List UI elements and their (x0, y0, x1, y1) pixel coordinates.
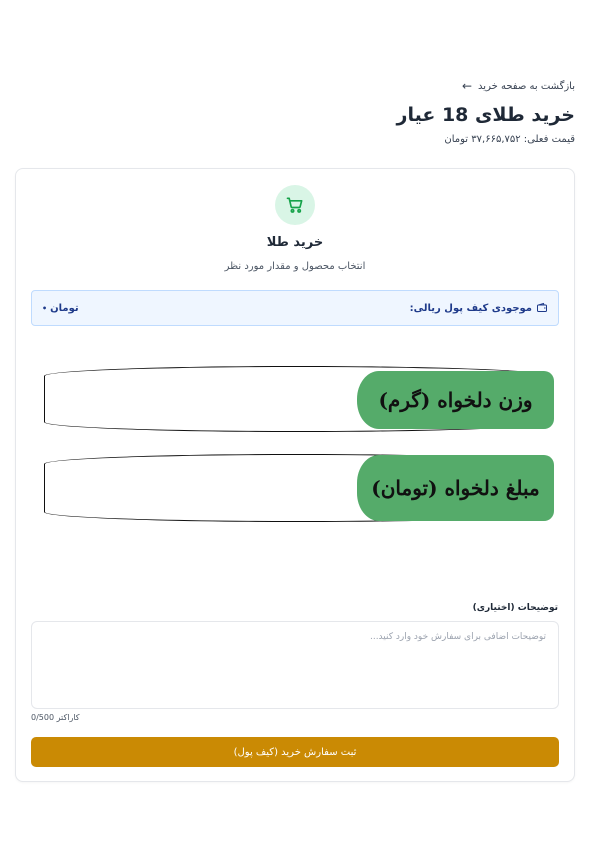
wallet-label-group: موجودی کیف پول ریالی: (410, 302, 548, 314)
notes-placeholder: توضیحات اضافی برای سفارش خود وارد کنید..… (369, 632, 546, 642)
wallet-value: تومان (50, 302, 79, 314)
back-to-shop-link[interactable]: بازگشت به صفحه خرید ← (462, 80, 575, 92)
price-value: ۳۷,۶۶۵,۷۵۲ (471, 134, 521, 145)
amount-input[interactable]: مبلغ دلخواه (تومان) (44, 454, 554, 522)
shopping-cart-icon (286, 197, 303, 213)
wallet-label: موجودی کیف پول ریالی: (409, 302, 532, 314)
current-price: قیمت فعلی: ۳۷,۶۶۵,۷۵۲ تومان (444, 134, 575, 145)
wallet-icon (537, 302, 547, 312)
wallet-dot-icon: • (42, 303, 48, 313)
arrow-left-icon: ← (461, 79, 473, 93)
char-counter: 0/500 کاراکتر (31, 713, 80, 722)
card-subtitle: انتخاب محصول و مقدار مورد نظر (224, 261, 366, 272)
wallet-balance-box: موجودی کیف پول ریالی: تومان • (31, 290, 559, 326)
amount-label: مبلغ دلخواه (تومان) (357, 455, 554, 521)
price-unit: تومان (444, 134, 469, 145)
submit-order-button[interactable]: ثبت سفارش خرید (کیف پول) (31, 737, 559, 767)
notes-label: توضیحات (اختیاری) (472, 603, 558, 613)
purchase-card: خرید طلا انتخاب محصول و مقدار مورد نظر م… (15, 168, 575, 782)
card-title: خرید طلا (266, 235, 324, 250)
notes-textarea[interactable]: توضیحات اضافی برای سفارش خود وارد کنید..… (31, 621, 559, 709)
wallet-value-group: تومان • (42, 303, 79, 314)
back-label: بازگشت به صفحه خرید (478, 80, 575, 92)
weight-label: وزن دلخواه (گرم) (357, 371, 554, 429)
weight-input[interactable]: وزن دلخواه (گرم) (44, 366, 554, 432)
cart-badge (275, 185, 315, 225)
price-label: قیمت فعلی: (523, 134, 575, 145)
page-title: خرید طلای 18 عیار (396, 104, 575, 126)
